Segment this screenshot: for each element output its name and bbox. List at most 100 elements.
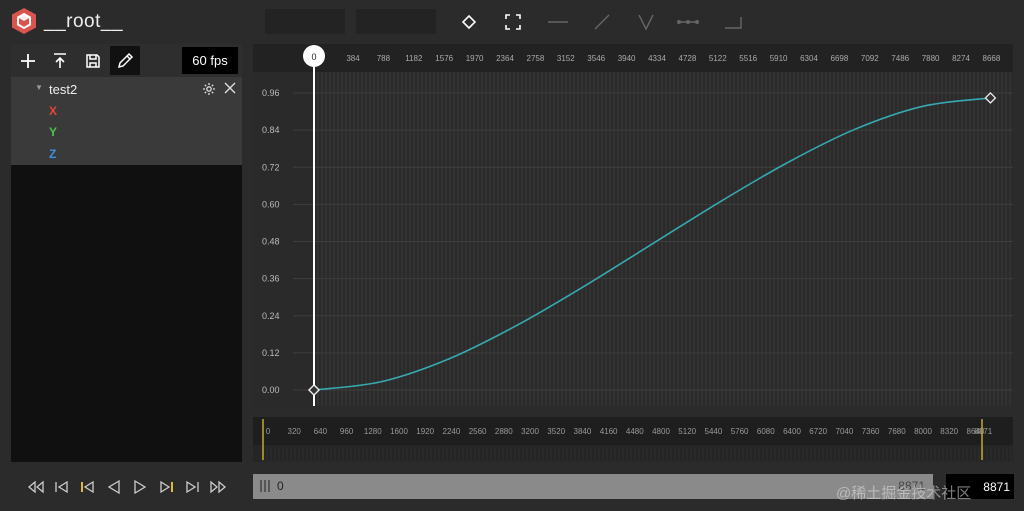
timeline-ruler[interactable]: 0 320 640 960 1280 1600 1920 2240 2560 2880 3200 35… — [253, 417, 1013, 462]
overview-tick-label: 320 — [288, 427, 302, 436]
top-ruler-label: 4728 — [679, 54, 697, 63]
linear-curve-icon[interactable] — [545, 10, 571, 34]
top-ruler-label: 6304 — [800, 54, 818, 63]
axis-label-z: Z — [49, 147, 57, 161]
next-key-icon[interactable] — [180, 475, 204, 499]
play-icon[interactable] — [128, 475, 152, 499]
y-tick-label: 0.12 — [262, 348, 280, 358]
track-list: ▼ test2 X Y Z — [11, 77, 242, 165]
overview-tick-label: 1920 — [416, 427, 434, 436]
top-ruler-label: 3546 — [587, 54, 605, 63]
y-tick-label: 0.48 — [262, 237, 280, 247]
edit-pencil-icon[interactable] — [110, 46, 140, 75]
track-panel: 60 fps ▼ test2 X Y Z — [11, 44, 242, 462]
overview-tick-label: 640 — [314, 427, 328, 436]
track-object-row[interactable]: ▼ test2 — [11, 78, 242, 100]
overview-tick-label: 8000 — [914, 427, 932, 436]
expand-triangle-icon[interactable]: ▼ — [35, 83, 43, 92]
range-end-icon[interactable] — [154, 475, 178, 499]
flat-curve-icon[interactable] — [675, 10, 701, 34]
y-tick-label: 0.00 — [262, 385, 280, 395]
overview-tick-label: 960 — [340, 427, 354, 436]
header-field-2[interactable] — [356, 9, 436, 34]
top-ruler-label: 384 — [346, 54, 360, 63]
curve-graph[interactable]: 0.96 0.84 0.72 0.60 0.48 0.36 0.24 0.12 0.00 384 7… — [253, 44, 1013, 406]
overview-tick-label: 0 — [266, 427, 271, 436]
axis-label-x: X — [49, 104, 58, 118]
ramp-curve-icon[interactable] — [589, 10, 615, 34]
top-ruler-label: 1182 — [405, 54, 423, 63]
top-ruler-label: 5910 — [770, 54, 788, 63]
overview-tick-label: 5440 — [705, 427, 723, 436]
overview-tick-label: 7040 — [836, 427, 854, 436]
y-tick-label: 0.72 — [262, 162, 280, 172]
overview-tick-label: 6400 — [783, 427, 801, 436]
overview-tick-label: 1280 — [364, 427, 382, 436]
curve-chart[interactable]: 0.96 0.84 0.72 0.60 0.48 0.36 0.24 0.12 0.00 384 7… — [253, 44, 1013, 406]
top-ruler-label: 2758 — [527, 54, 545, 63]
overview-tick-label: 4480 — [626, 427, 644, 436]
fps-display[interactable]: 60 fps — [182, 47, 238, 74]
track-object-name: test2 — [49, 82, 78, 97]
y-tick-label: 0.96 — [262, 88, 280, 98]
top-ruler-label: 1970 — [466, 54, 484, 63]
axis-label-y: Y — [49, 125, 58, 139]
y-tick-label: 0.24 — [262, 311, 280, 321]
top-ruler-label: 5122 — [709, 54, 727, 63]
add-icon[interactable] — [13, 46, 43, 75]
step-curve-icon[interactable] — [721, 10, 747, 34]
overview-tick-label: 4800 — [652, 427, 670, 436]
playhead-label: 0 — [311, 52, 316, 62]
top-ruler-label: 7486 — [891, 54, 909, 63]
overview-tick-label: 5120 — [678, 427, 696, 436]
top-ruler-label: 6698 — [831, 54, 849, 63]
overview-tick-label: 8871 — [974, 427, 992, 436]
fit-view-icon[interactable] — [500, 10, 526, 34]
scrub-bar[interactable]: 0 8871 — [253, 474, 933, 499]
overview-tick-label: 3840 — [574, 427, 592, 436]
top-ruler-label: 2364 — [496, 54, 514, 63]
top-ruler-label: 1576 — [435, 54, 453, 63]
gear-icon[interactable] — [202, 82, 216, 99]
overview-tick-label: 6080 — [757, 427, 775, 436]
page-title: __root__ — [44, 11, 124, 32]
v-curve-icon[interactable] — [633, 10, 659, 34]
go-start-icon[interactable] — [24, 475, 48, 499]
track-toolbar: 60 fps — [11, 44, 242, 77]
range-start-icon[interactable] — [76, 475, 100, 499]
top-ruler-label: 5516 — [739, 54, 757, 63]
save-icon[interactable] — [78, 46, 108, 75]
overview-tick-label: 8320 — [940, 427, 958, 436]
track-axis-x[interactable]: X — [11, 100, 242, 122]
top-ruler-label: 3940 — [618, 54, 636, 63]
track-axis-z[interactable]: Z — [11, 143, 242, 165]
animation-editor: __root__ 60 fps ▼ test2 X Y Z 0.96 0.84 … — [0, 0, 1024, 511]
upload-icon[interactable] — [45, 46, 75, 75]
header-bar: __root__ — [0, 0, 1024, 42]
play-reverse-icon[interactable] — [102, 475, 126, 499]
track-axis-y[interactable]: Y — [11, 121, 242, 143]
y-tick-label: 0.60 — [262, 199, 280, 209]
overview-tick-label: 1600 — [390, 427, 408, 436]
top-ruler-label: 4334 — [648, 54, 666, 63]
y-tick-label: 0.84 — [262, 125, 280, 135]
top-ruler-label: 8668 — [983, 54, 1001, 63]
overview-tick-label: 2880 — [495, 427, 513, 436]
top-ruler-label: 7092 — [861, 54, 879, 63]
top-ruler-label: 788 — [377, 54, 391, 63]
grip-handle-icon[interactable] — [259, 479, 271, 498]
prev-key-icon[interactable] — [50, 475, 74, 499]
overview-tick-label: 7360 — [862, 427, 880, 436]
top-ruler-label: 7880 — [922, 54, 940, 63]
header-field-1[interactable] — [265, 9, 345, 34]
keyframe-diamond-icon[interactable] — [456, 10, 482, 34]
close-icon[interactable] — [224, 82, 236, 97]
timeline-overview[interactable]: 0 320 640 960 1280 1600 1920 2240 2560 2880 3200 35… — [253, 417, 1013, 462]
scrub-start-value: 0 — [277, 479, 284, 493]
go-end-icon[interactable] — [206, 475, 230, 499]
overview-tick-label: 7680 — [888, 427, 906, 436]
y-tick-label: 0.36 — [262, 274, 280, 284]
top-ruler-label: 8274 — [952, 54, 970, 63]
frame-grid — [313, 72, 1011, 406]
overview-tick-label: 6720 — [809, 427, 827, 436]
